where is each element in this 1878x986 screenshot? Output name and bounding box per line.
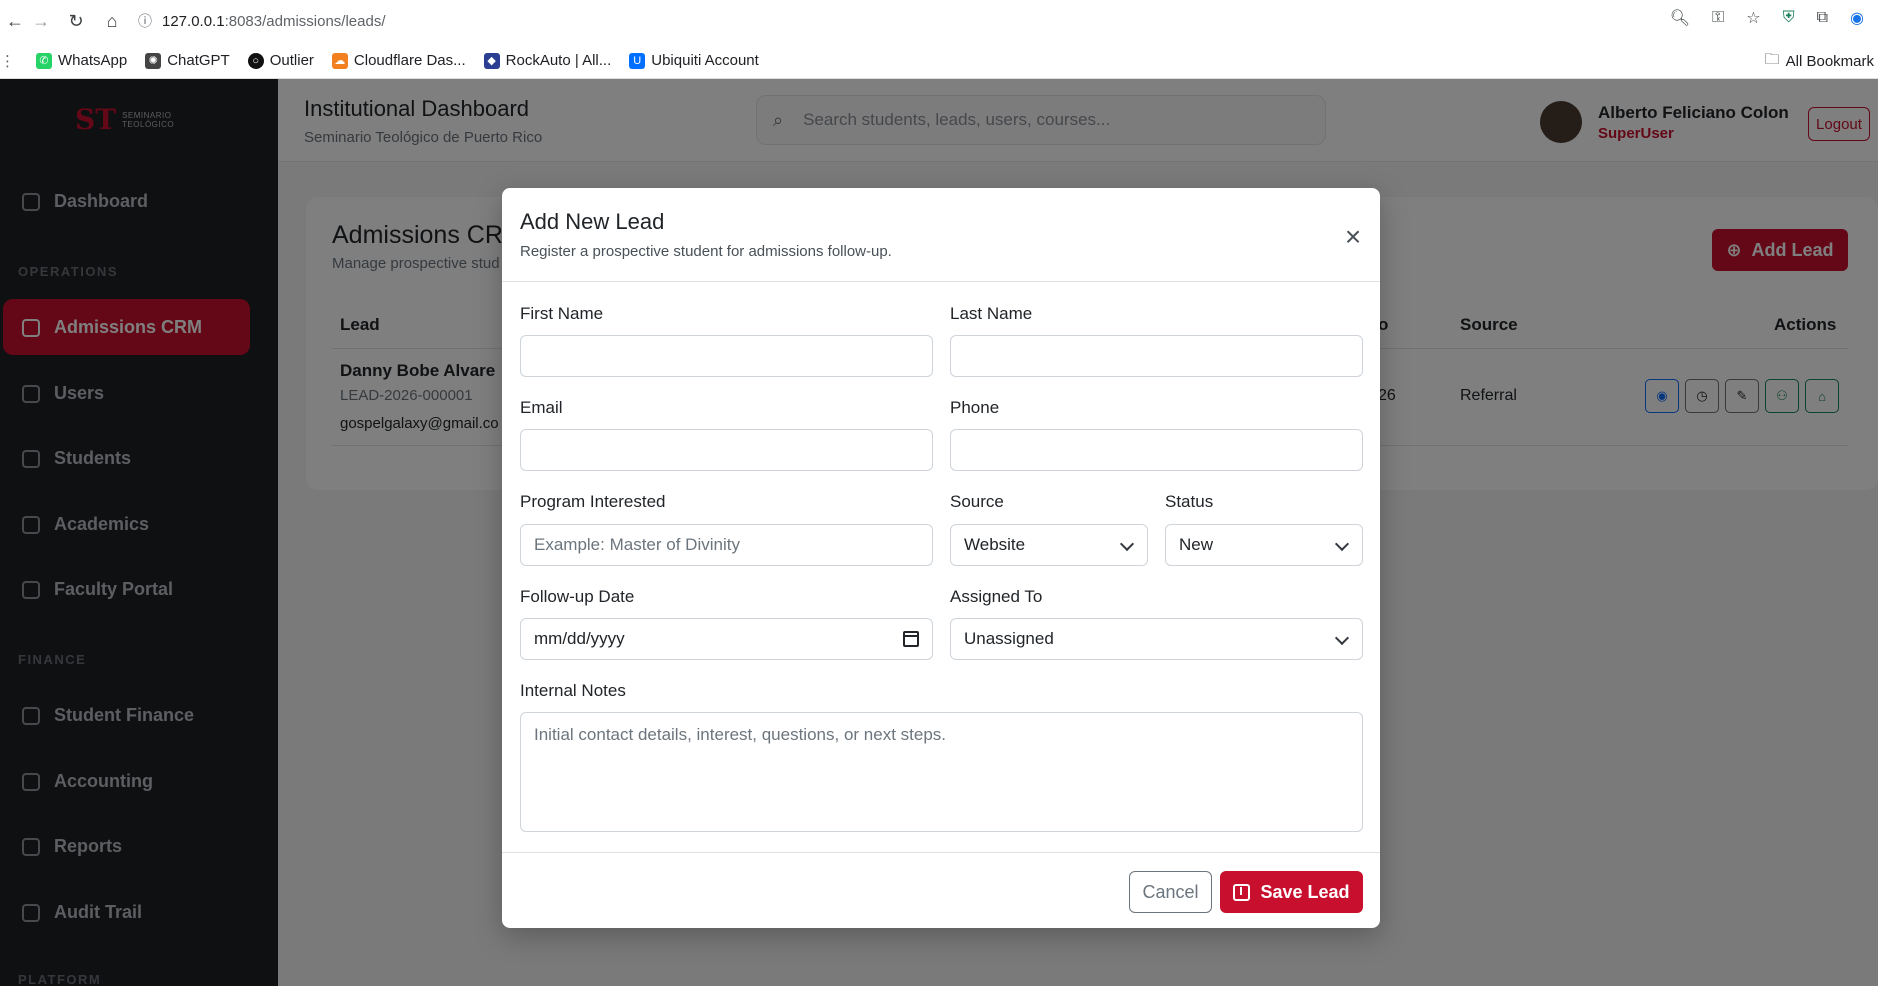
close-icon[interactable]: ×: [1340, 223, 1366, 251]
first-name-input[interactable]: [520, 335, 933, 377]
notes-label: Internal Notes: [520, 681, 626, 700]
bookmark-chatgpt[interactable]: ✺ ChatGPT: [145, 52, 230, 69]
ubiquiti-icon: U: [629, 52, 646, 69]
chatgpt-icon: ✺: [145, 52, 162, 69]
folder-icon: 🗀: [1764, 50, 1780, 68]
phone-field[interactable]: [950, 429, 1363, 471]
chevron-down-icon: [1120, 538, 1134, 552]
program-label: Program Interested: [520, 492, 666, 511]
email-field[interactable]: [520, 429, 933, 471]
first-name-label: First Name: [520, 304, 604, 323]
chevron-down-icon: [1335, 538, 1349, 552]
rockauto-icon: ◆: [483, 52, 500, 69]
bookmark-rockauto[interactable]: ◆ RockAuto | All...: [483, 52, 611, 69]
status-label: Status: [1165, 492, 1214, 511]
modal-title: Add New Lead: [520, 209, 665, 234]
apps-grid-icon[interactable]: ⋮: [0, 52, 15, 70]
add-lead-modal: Add New Lead Register a prospective stud…: [502, 188, 1380, 928]
email-label: Email: [520, 398, 563, 417]
last-name-input[interactable]: [950, 335, 1363, 377]
extensions-puzzle-icon[interactable]: ⧉: [1817, 9, 1828, 27]
address-bar[interactable]: ⓘ 127.0.0.1:8083/admissions/leads/: [138, 6, 386, 36]
whatsapp-icon: ✆: [36, 52, 52, 69]
program-input[interactable]: Example: Master of Divinity: [520, 524, 933, 566]
password-key-icon[interactable]: ⚿: [1712, 9, 1724, 27]
modal-header: Add New Lead Register a prospective stud…: [502, 188, 1380, 282]
bookmark-outlier[interactable]: ○ Outlier: [247, 52, 314, 69]
url-host: 127.0.0.1: [162, 12, 225, 30]
bookmark-whatsapp[interactable]: ✆ WhatsApp: [36, 52, 127, 69]
last-name-label: Last Name: [950, 304, 1033, 323]
source-label: Source: [950, 492, 1004, 511]
bookmark-star-icon[interactable]: ☆: [1746, 8, 1760, 28]
assigned-to-select[interactable]: Unassigned: [950, 618, 1363, 660]
phone-label: Phone: [950, 398, 1000, 417]
chevron-down-icon: [1335, 632, 1349, 646]
save-lead-button[interactable]: Save Lead: [1220, 871, 1363, 913]
bookmark-cloudflare[interactable]: ☁ Cloudflare Das...: [331, 52, 466, 69]
url-path: :8083/admissions/leads/: [224, 12, 386, 30]
modal-subtitle: Register a prospective student for admis…: [520, 243, 892, 260]
follow-up-date-input[interactable]: mm/dd/yyyy: [520, 618, 933, 660]
internal-notes-textarea[interactable]: Initial contact details, interest, quest…: [520, 712, 1363, 832]
browser-toolbar: ← → ↻ ⌂ ⓘ 127.0.0.1:8083/admissions/lead…: [0, 0, 1878, 43]
follow-up-label: Follow-up Date: [520, 587, 635, 606]
bookmarks-bar: ⋮ ✆ WhatsApp ✺ ChatGPT ○ Outlier ☁ Cloudflar…: [0, 43, 1878, 79]
outlier-icon: ○: [247, 52, 264, 69]
bookmark-ubiquiti[interactable]: U Ubiquiti Account: [629, 52, 759, 69]
assigned-to-label: Assigned To: [950, 587, 1043, 606]
forward-icon[interactable]: →: [26, 6, 56, 36]
cloudflare-icon: ☁: [331, 52, 348, 69]
all-bookmarks[interactable]: 🗀 All Bookmark: [1765, 43, 1878, 79]
modal-footer: Cancel Save Lead: [502, 852, 1380, 928]
cancel-button[interactable]: Cancel: [1129, 871, 1212, 913]
zoom-icon[interactable]: 🔍︎: [1670, 8, 1690, 28]
save-icon: [1233, 883, 1251, 901]
extension-shield-icon[interactable]: ⛨: [1783, 9, 1795, 27]
calendar-icon[interactable]: [903, 631, 919, 647]
source-select[interactable]: Website: [950, 524, 1148, 566]
reload-icon[interactable]: ↻: [61, 6, 91, 36]
home-icon[interactable]: ⌂: [97, 6, 127, 36]
status-select[interactable]: New: [1165, 524, 1363, 566]
site-info-icon[interactable]: ⓘ: [138, 11, 152, 31]
profile-icon[interactable]: ◉: [1850, 8, 1864, 28]
